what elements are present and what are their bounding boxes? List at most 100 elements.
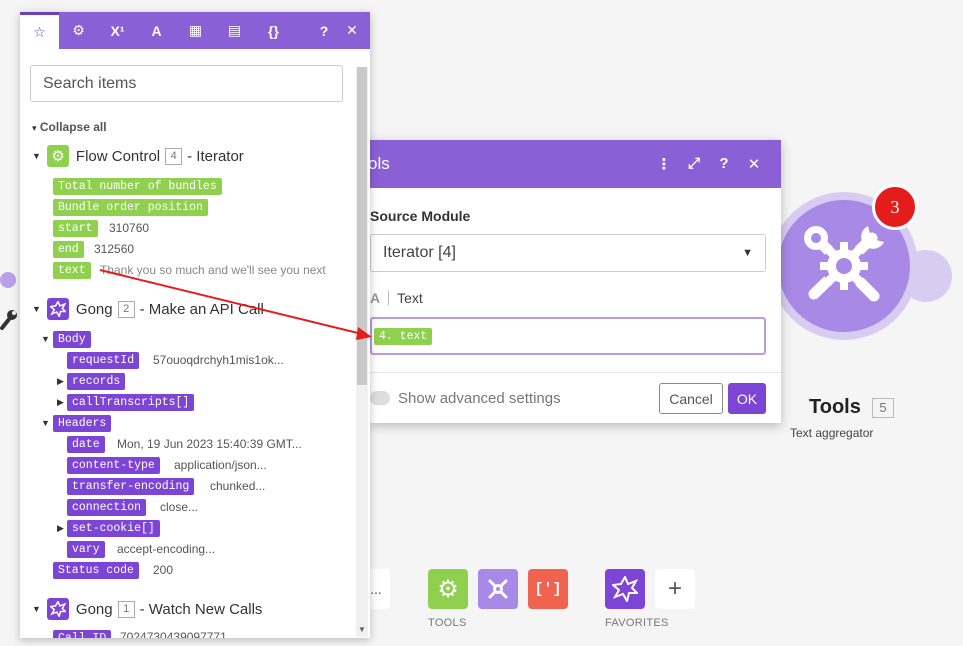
- cancel-button[interactable]: Cancel: [659, 383, 723, 414]
- tab-array-functions[interactable]: ▤: [215, 12, 254, 49]
- palette-add-favorite-button[interactable]: +: [655, 569, 695, 609]
- item-transfer-encoding-value: chunked...: [210, 479, 266, 493]
- dialog-title: ols: [368, 154, 390, 173]
- tools-module-subtitle: Text aggregator: [790, 426, 874, 440]
- panel-scrollbar[interactable]: ▼: [356, 67, 368, 637]
- triangle-down-icon: ▼: [41, 334, 50, 344]
- palette-gong-favorite-button[interactable]: [605, 569, 645, 609]
- triangle-down-icon: ▼: [32, 151, 41, 161]
- item-start[interactable]: start: [53, 220, 98, 237]
- module-name: Gong: [75, 600, 113, 618]
- palette-flow-control-button[interactable]: ⚙: [428, 569, 468, 609]
- item-end-value: 312560: [94, 242, 135, 256]
- item-body[interactable]: Body: [53, 331, 91, 348]
- advanced-settings-label: Show advanced settings: [398, 390, 561, 407]
- tab-custom-functions[interactable]: {}: [254, 12, 293, 49]
- module-number: 2: [117, 300, 135, 318]
- item-status-code-value: 200: [153, 563, 174, 577]
- close-icon: ✕: [346, 22, 358, 38]
- tab-general-functions[interactable]: ⚙: [59, 12, 98, 49]
- triangle-right-icon: ▶: [57, 523, 64, 533]
- item-end[interactable]: end: [53, 241, 84, 258]
- module-name: Flow Control: [75, 147, 161, 165]
- collapse-all-label: Collapse all: [39, 120, 107, 134]
- panel-tab-bar: ☆ ⚙ X¹ A ▦ ▤ {} ? ✕: [20, 12, 370, 49]
- text-type-icon: A: [370, 290, 381, 306]
- dialog-footer: Show advanced settings Cancel OK: [370, 372, 781, 423]
- item-date-value: Mon, 19 Jun 2023 15:40:39 GMT...: [117, 437, 302, 451]
- item-records[interactable]: records: [67, 373, 126, 390]
- brackets-icon: [']: [534, 580, 562, 598]
- tools-module-number: 5: [872, 398, 894, 418]
- search-input[interactable]: Search items: [30, 65, 343, 102]
- tab-date-functions[interactable]: ▦: [176, 12, 215, 49]
- collapse-all-link[interactable]: ▾ Collapse all: [32, 120, 107, 134]
- item-content-type-value: application/json...: [174, 458, 267, 472]
- source-module-label: Source Module: [370, 208, 471, 224]
- advanced-settings-toggle[interactable]: [370, 391, 390, 405]
- tab-favorites[interactable]: ☆: [20, 12, 59, 49]
- more-vertical-icon[interactable]: ⋮: [649, 155, 679, 173]
- scrollbar-thumb[interactable]: [357, 67, 367, 385]
- item-call-transcripts[interactable]: callTranscripts[]: [67, 394, 195, 411]
- palette-tools-button[interactable]: [478, 569, 518, 609]
- item-status-code[interactable]: Status code: [53, 562, 139, 579]
- tab-text-functions[interactable]: A: [137, 12, 176, 49]
- help-icon[interactable]: ?: [709, 155, 739, 173]
- flow-control-gear-icon: ⚙: [46, 145, 69, 167]
- palette-json-button[interactable]: [']: [528, 569, 568, 609]
- expand-icon[interactable]: ⤢: [679, 155, 709, 173]
- gear-icon: ⚙: [72, 22, 85, 38]
- mapped-pill-4-text[interactable]: 4. text: [374, 327, 433, 345]
- item-date[interactable]: date: [67, 436, 105, 453]
- item-set-cookie[interactable]: set-cookie[]: [67, 520, 160, 537]
- gong-icon: [612, 576, 638, 602]
- item-headers[interactable]: Headers: [53, 415, 112, 432]
- module-suffix: - Iterator: [187, 147, 244, 165]
- panel-help-button[interactable]: ?: [310, 12, 338, 49]
- source-module-value: Iterator [4]: [383, 244, 456, 261]
- braces-icon: {}: [268, 22, 279, 39]
- text-icon: A: [151, 22, 162, 39]
- item-call-id[interactable]: Call ID: [53, 630, 112, 638]
- source-module-select[interactable]: Iterator [4] ▼: [370, 234, 766, 272]
- wrench-icon: [0, 310, 17, 330]
- item-text[interactable]: text: [53, 262, 91, 279]
- item-start-value: 310760: [109, 221, 150, 235]
- panel-close-button[interactable]: ✕: [338, 12, 366, 49]
- item-connection-value: close...: [160, 500, 199, 514]
- module-suffix: - Make an API Call: [139, 300, 264, 318]
- module-number: 4: [165, 147, 183, 165]
- item-request-id-value: 57ouoqdrchyh1mis1ok...: [153, 353, 284, 367]
- text-field-input[interactable]: 4. text: [370, 317, 766, 355]
- superscript-icon: X¹: [110, 22, 125, 39]
- module-gong-watch-calls[interactable]: ▼ Gong 1 - Watch New Calls: [32, 598, 262, 620]
- item-connection[interactable]: connection: [67, 499, 147, 516]
- module-flow-control[interactable]: ▼ ⚙ Flow Control 4 - Iterator: [32, 145, 244, 167]
- tools-settings-dialog: ols ⋮ ⤢ ? ✕ Source Module Iterator [4] ▼…: [368, 140, 781, 423]
- triangle-right-icon: ▶: [57, 376, 64, 386]
- calendar-icon: ▦: [188, 22, 203, 38]
- item-vary[interactable]: vary: [67, 541, 105, 558]
- item-request-id[interactable]: requestId: [67, 352, 140, 369]
- item-total-bundles[interactable]: Total number of bundles: [53, 178, 222, 195]
- table-icon: ▤: [227, 22, 242, 38]
- close-icon[interactable]: ✕: [739, 155, 769, 173]
- gong-icon: [46, 598, 69, 620]
- scroll-down-arrow[interactable]: ▼: [358, 625, 366, 634]
- tools-icon: [488, 579, 508, 599]
- operations-badge: 3: [872, 184, 918, 230]
- module-number: 1: [117, 600, 135, 618]
- item-vary-value: accept-encoding...: [117, 542, 216, 556]
- module-gong-api-call[interactable]: ▼ Gong 2 - Make an API Call: [32, 298, 264, 320]
- search-placeholder: Search items: [43, 74, 137, 92]
- item-bundle-position[interactable]: Bundle order position: [53, 199, 208, 216]
- module-name: Gong: [75, 300, 113, 318]
- item-content-type[interactable]: content-type: [67, 457, 160, 474]
- help-icon: ?: [319, 22, 329, 39]
- tab-math-functions[interactable]: X¹: [98, 12, 137, 49]
- item-transfer-encoding[interactable]: transfer-encoding: [67, 478, 195, 495]
- ok-button[interactable]: OK: [728, 383, 766, 414]
- text-field-label: A Text: [370, 290, 423, 306]
- tools-module-title: Tools: [809, 396, 861, 418]
